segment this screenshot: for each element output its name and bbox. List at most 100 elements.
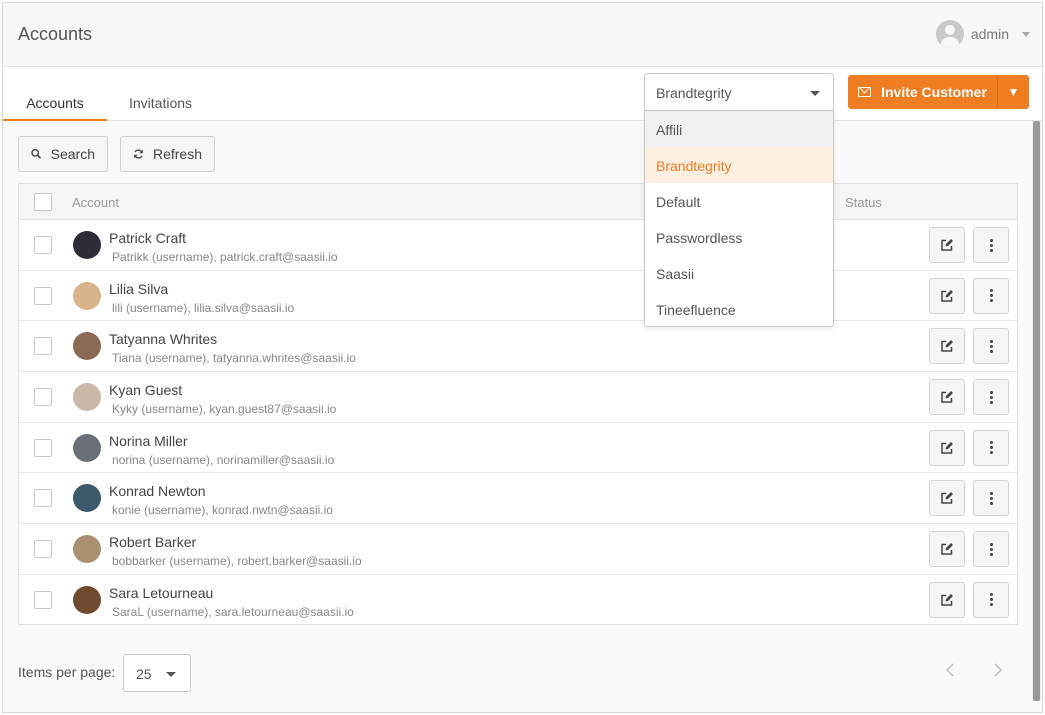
row-checkbox[interactable] [34,286,52,305]
row-checkbox[interactable] [34,590,52,609]
caret-down-icon: ▼ [1007,85,1020,99]
scrollbar-thumb[interactable] [1033,121,1040,701]
refresh-button[interactable]: Refresh [120,136,215,172]
avatar [73,433,101,462]
avatar [73,281,101,310]
envelope-icon [858,87,872,97]
more-options-button[interactable] [973,379,1009,416]
edit-icon [941,441,953,454]
edit-button[interactable] [929,227,965,263]
brand-option-brandtegrity[interactable]: Brandtegrity [645,147,833,183]
table-row: Robert Barker bobbarker (username), rober… [19,524,1017,575]
more-vertical-icon [989,441,993,455]
more-vertical-icon [989,491,993,505]
search-button[interactable]: Search [18,136,108,172]
more-options-button[interactable] [973,429,1009,466]
app-frame: Accounts admin Accounts Invitations Sear… [2,2,1043,713]
edit-button[interactable] [929,277,965,314]
edit-icon [941,593,953,606]
user-menu[interactable]: admin [935,20,1030,48]
edit-button[interactable] [929,328,965,365]
avatar [73,332,101,361]
account-name: Lilia Silva [109,280,169,297]
table-body: Patrick Craft Patrikk (username), patrick… [19,220,1017,626]
row-checkbox[interactable] [34,540,52,559]
avatar [73,383,101,412]
row-checkbox[interactable] [34,438,52,457]
table-row: Lilia Silva lili (username), lilia.silva@… [19,271,1017,322]
column-header-status: Status [845,195,882,210]
more-options-button[interactable] [973,480,1009,517]
brand-select-value: Brandtegrity [656,85,732,101]
more-options-button[interactable] [973,277,1009,314]
edit-icon [941,239,953,251]
next-page-button[interactable] [993,661,1003,682]
account-name: Norina Miller [109,432,188,449]
table-row: Sara Letourneau SaraL (username), sara.le… [19,575,1017,626]
page-header: Accounts admin [3,3,1042,67]
brand-option-passwordless[interactable]: Passwordless [645,219,833,255]
tab-invitations[interactable]: Invitations [129,95,192,121]
account-name: Kyan Guest [109,382,183,399]
account-details: Tiana (username), tatyanna.whrites@saasi… [112,351,356,366]
select-all-checkbox[interactable] [34,193,52,211]
edit-icon [941,391,953,403]
brand-select[interactable]: Brandtegrity [644,73,834,111]
refresh-button-label: Refresh [152,146,202,162]
account-details: konie (username), konrad.nwtn@saasii.io [112,503,333,518]
row-checkbox[interactable] [34,337,52,356]
account-name: Tatyanna Whrites [109,331,218,348]
row-checkbox[interactable] [34,489,52,508]
row-checkbox[interactable] [34,388,52,407]
edit-icon [941,543,953,555]
brand-option-tineefluence[interactable]: Tineefluence [645,291,833,327]
page-title: Accounts [18,24,93,44]
brand-dropdown-menu: Affili Brandtegrity Default Passwordless… [644,110,834,327]
more-vertical-icon [989,593,993,607]
column-header-account: Account [72,195,119,210]
edit-button[interactable] [929,379,965,416]
brand-option-saasii[interactable]: Saasii [645,255,833,291]
table-row: Patrick Craft Patrikk (username), patrick… [19,220,1017,271]
caret-down-icon [810,91,820,96]
brand-option-affili[interactable]: Affili [645,111,833,147]
avatar [73,585,101,614]
account-name: Konrad Newton [109,483,206,500]
invite-customer-label: Invite Customer [881,84,987,100]
more-vertical-icon [989,289,993,303]
accounts-table: Account Status Patrick Craft Patrikk (use… [18,183,1018,625]
more-options-button[interactable] [973,581,1009,618]
user-avatar-icon [935,20,964,48]
more-vertical-icon [989,390,993,404]
account-details: norina (username), norinamiller@saasii.i… [112,452,335,467]
table-row: Konrad Newton konie (username), konrad.nw… [19,473,1017,525]
more-options-button[interactable] [973,328,1009,365]
edit-button[interactable] [929,480,965,517]
account-details: lili (username), lilia.silva@saasii.io [112,300,295,315]
edit-button[interactable] [929,581,965,618]
account-details: Patrikk (username), patrick.craft@saasii… [112,250,338,264]
avatar [73,484,101,513]
edit-icon [941,289,953,302]
tab-accounts[interactable]: Accounts [3,95,107,121]
invite-customer-group: Invite Customer ▼ [848,75,1029,109]
edit-button[interactable] [929,429,965,466]
refresh-icon [134,149,143,159]
search-icon [31,148,42,159]
more-options-button[interactable] [973,227,1009,263]
brand-option-default[interactable]: Default [645,183,833,219]
account-details: SaraL (username), sara.letourneau@saasii… [112,604,354,619]
edit-button[interactable] [929,531,965,568]
invite-options-toggle[interactable]: ▼ [997,75,1029,109]
table-row: Tatyanna Whrites Tiana (username), tatyan… [19,321,1017,373]
more-options-button[interactable] [973,531,1009,568]
invite-customer-button[interactable]: Invite Customer [848,75,997,109]
row-checkbox[interactable] [34,236,52,254]
chevron-right-icon [994,663,1003,677]
previous-page-button[interactable] [945,661,955,682]
caret-down-icon [166,672,176,677]
items-per-page-select[interactable]: 25 [123,654,191,692]
chevron-left-icon [945,663,954,677]
account-name: Robert Barker [109,534,197,551]
table-row: Kyan Guest Kyky (username), kyan.guest87@… [19,372,1017,423]
